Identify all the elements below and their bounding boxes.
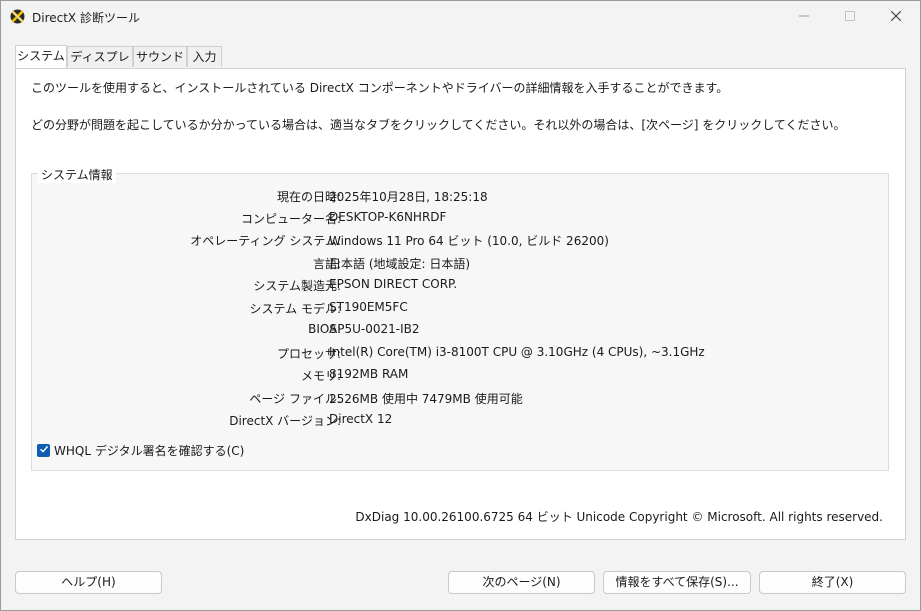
info-row-bios: BIOS: AP5U-0021-IB2 [32,322,888,338]
save-all-info-button[interactable]: 情報をすべて保存(S)... [603,571,751,594]
directx-icon [10,9,25,24]
intro-text-2: どの分野が問題を起こしているか分かっている場合は、適当なタブをクリックしてくださ… [31,118,846,132]
info-value: AP5U-0021-IB2 [329,322,420,336]
info-row-computer-name: コンピューター名: DESKTOP-K6NHRDF [32,210,888,226]
info-value: DirectX 12 [329,412,393,426]
info-row-directx-version: DirectX バージョン: DirectX 12 [32,412,888,428]
info-label: システム製造元: [253,279,341,293]
info-value: Intel(R) Core(TM) i3-8100T CPU @ 3.10GHz… [329,345,705,359]
tab-sound[interactable]: サウンド [133,46,187,67]
info-value: 8192MB RAM [329,367,409,381]
close-icon [890,10,902,24]
intro-text-1: このツールを使用すると、インストールされている DirectX コンポーネントや… [31,81,729,95]
tab-display[interactable]: ディスプレイ [67,46,133,85]
info-label: コンピューター名: [240,212,341,226]
info-row-page-file: ページ ファイル: 2526MB 使用中 7479MB 使用可能 [32,390,888,406]
checkmark-icon [39,443,49,457]
info-row-processor: プロセッサ: Intel(R) Core(TM) i3-8100T CPU @ … [32,345,888,361]
exit-button[interactable]: 終了(X) [759,571,906,594]
info-label: システム モデル: [249,302,342,316]
minimize-icon [799,10,809,24]
info-label: ページ ファイル: [249,392,341,406]
tab-system[interactable]: システム [15,45,67,68]
title-bar[interactable]: DirectX 診断ツール [1,1,920,33]
info-row-model: システム モデル: ST190EM5FC [32,300,888,316]
dxdiag-window: DirectX 診断ツール システム ディスプレイ サウンド 入力 このツールを… [0,0,921,611]
info-label: オペレーティング システム: [190,234,341,248]
info-row-memory: メモリ: 8192MB RAM [32,367,888,383]
info-value: EPSON DIRECT CORP. [329,277,458,291]
info-value: DESKTOP-K6NHRDF [329,210,447,224]
whql-checkbox[interactable] [37,443,50,457]
group-title: システム情報 [38,166,116,183]
info-row-manufacturer: システム製造元: EPSON DIRECT CORP. [32,277,888,293]
help-button[interactable]: ヘルプ(H) [15,571,162,594]
info-row-datetime: 現在の日時: 2025年10月28日, 18:25:18 [32,188,888,204]
maximize-icon [845,10,855,24]
window-title: DirectX 診断ツール [32,11,140,25]
info-row-os: オペレーティング システム: Windows 11 Pro 64 ビット (10… [32,232,888,248]
info-value: 2025年10月28日, 18:25:18 [329,190,488,204]
maximize-button[interactable] [827,1,873,33]
info-row-language: 言語: 日本語 (地域設定: 日本語) [32,255,888,271]
system-tab-panel: このツールを使用すると、インストールされている DirectX コンポーネントや… [15,68,906,540]
next-page-button[interactable]: 次のページ(N) [448,571,595,594]
info-value: 日本語 (地域設定: 日本語) [329,257,471,271]
info-value: 2526MB 使用中 7479MB 使用可能 [329,392,523,406]
info-value: Windows 11 Pro 64 ビット (10.0, ビルド 26200) [329,234,609,248]
whql-checkbox-label[interactable]: WHQL デジタル署名を確認する(C) [54,442,244,459]
close-button[interactable] [873,1,919,33]
version-copyright-text: DxDiag 10.00.26100.6725 64 ビット Unicode C… [355,510,883,524]
tab-input[interactable]: 入力 [187,46,222,67]
info-label: DirectX バージョン: [229,414,341,428]
info-value: ST190EM5FC [329,300,408,314]
minimize-button[interactable] [781,1,827,33]
system-info-group: システム情報 現在の日時: 2025年10月28日, 18:25:18 コンピュ… [31,166,889,471]
whql-checkbox-row[interactable]: WHQL デジタル署名を確認する(C) [37,442,244,458]
